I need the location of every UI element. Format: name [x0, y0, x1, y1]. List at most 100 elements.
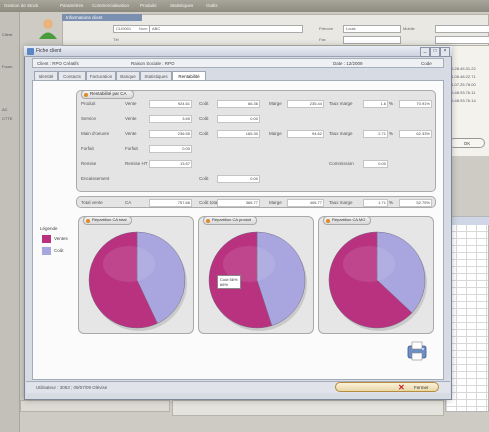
fax-field[interactable] — [343, 36, 401, 44]
dialog-titlebar[interactable]: Fiche client — [24, 46, 452, 57]
firstname-field[interactable]: Louis — [343, 25, 401, 33]
row-type: Vente — [125, 101, 137, 106]
pie-chart-mo[interactable] — [319, 217, 435, 335]
ok-button[interactable]: OK — [449, 138, 485, 148]
cost-label: Coût — [199, 116, 209, 121]
minimize-button[interactable]: _ — [420, 47, 430, 57]
total-rate-label: Taux marge — [329, 200, 353, 205]
rate-field[interactable]: 2.71 — [363, 130, 388, 138]
left-nav: Client Fourn AC CTTE — [0, 12, 20, 432]
nav-item[interactable]: Client — [2, 32, 12, 37]
total-percent-field[interactable]: 52.75% — [399, 199, 432, 207]
row-label: Encaissement — [81, 176, 110, 181]
pie-chart-total[interactable] — [79, 217, 195, 335]
legend-swatch-cout — [42, 247, 51, 255]
rate-field[interactable]: 1.6 — [363, 100, 388, 108]
percent-field[interactable]: 70.91% — [399, 100, 432, 108]
mobile-label: Mobile — [403, 26, 415, 31]
cost-field[interactable]: 165.30 — [217, 130, 260, 138]
menu-item[interactable]: Produits — [140, 3, 157, 8]
dialog-title: Fiche client — [36, 48, 62, 54]
mobile-field[interactable] — [435, 25, 489, 33]
total-cost-field[interactable]: 366.77 — [217, 199, 260, 207]
nav-item[interactable]: Fourn — [2, 64, 12, 69]
section-title: Rentabilité par CA — [81, 90, 134, 99]
total-margin-label: Marge — [269, 200, 282, 205]
print-icon[interactable] — [406, 340, 428, 362]
row-type: Forfait — [125, 146, 138, 151]
company-label: Raison Sociale : RPO — [131, 61, 175, 66]
cost-field[interactable]: 0.00 — [217, 175, 260, 183]
row-label: Forfait — [81, 146, 94, 151]
cost-label: Coût — [199, 131, 209, 136]
maximize-button[interactable]: □ — [430, 47, 440, 57]
close-window-button[interactable]: × — [440, 47, 450, 57]
chart-legend: Légende Ventes Coût — [38, 226, 74, 276]
value-field[interactable]: 924.61 — [149, 100, 192, 108]
row-type: Vente — [125, 131, 137, 136]
legend-label-cout: Coût — [54, 248, 64, 253]
close-button-label: Fermer — [414, 385, 429, 390]
menu-item[interactable]: Outils — [206, 3, 218, 8]
margin-label: Marge — [269, 101, 282, 106]
menu-item[interactable]: Gestion de Stock — [4, 3, 38, 8]
phone-label: Tél — [113, 37, 119, 42]
section-bullet-icon — [84, 92, 88, 97]
value-field[interactable]: 13.57 — [149, 160, 192, 168]
margin-field[interactable]: 235.44 — [287, 100, 324, 108]
total-rate-field[interactable]: 1.71 — [363, 199, 388, 207]
tel-field[interactable] — [435, 36, 489, 44]
total-section: Total vente CA 757.66 Coût total 366.77 Marge… — [76, 196, 436, 208]
name-label: Nom — [139, 26, 148, 31]
margin-label: Marge — [269, 131, 282, 136]
phone-entry[interactable]: 01.07.25.78.00 — [449, 82, 476, 87]
rate-label: Taux marge — [329, 101, 353, 106]
fax-label: Fax — [319, 37, 326, 42]
row-label: Main d'oeuvre — [81, 131, 110, 136]
phone-entry[interactable]: 06.28.45.31.22 — [449, 66, 476, 71]
menu-item[interactable]: Statistiques — [170, 3, 193, 8]
user-avatar-icon — [39, 19, 57, 39]
menu-item[interactable]: Commercialisation — [92, 3, 129, 8]
chart-panel-produit: Répartition CA produit Coût 56% 66% — [198, 216, 314, 334]
value-field[interactable]: 0.00 — [149, 145, 192, 153]
pie-highlight — [103, 246, 155, 282]
total-value-field[interactable]: 757.66 — [149, 199, 192, 207]
code-right-label: Code — [421, 61, 432, 66]
value-field[interactable]: 236.55 — [149, 130, 192, 138]
nav-item[interactable]: CTTE — [2, 116, 12, 121]
legend-title: Légende — [40, 226, 58, 231]
nav-item[interactable]: AC — [2, 107, 8, 112]
row-label: Remise — [81, 161, 97, 166]
cost-label: Coût — [199, 101, 209, 106]
menu-item[interactable]: Paramètres — [60, 3, 83, 8]
phone-entry[interactable]: 05.48.93.76.11 — [449, 90, 475, 95]
tooltip-line: 66% — [220, 282, 229, 287]
close-button[interactable]: ✕ Fermer — [335, 382, 439, 392]
cost-field[interactable]: 0.00 — [217, 115, 260, 123]
margin-field[interactable]: 94.62 — [287, 130, 324, 138]
menu-bar: Gestion de Stock Paramètres Commercialis… — [0, 0, 489, 12]
rentabilite-section: Rentabilité par CA Produit Vente 924.61 Coû… — [76, 90, 436, 192]
date-label: Date : 12/2009 — [333, 61, 363, 66]
percent-sign: % — [389, 101, 394, 106]
cost-label: Coût — [199, 176, 209, 181]
total-margin-field[interactable]: 406.77 — [287, 199, 324, 207]
total-label: Total vente — [81, 200, 103, 205]
percent-sign: % — [389, 200, 394, 205]
firstname-label: Prénom — [319, 26, 334, 31]
window-buttons: _ □ × — [420, 47, 450, 57]
percent-field[interactable]: 62.33% — [399, 130, 432, 138]
row-label: Produit — [81, 101, 96, 106]
name-field[interactable]: ABC — [149, 25, 303, 33]
cost-field[interactable]: 66.36 — [217, 100, 260, 108]
value-field[interactable]: 3.65 — [149, 115, 192, 123]
background-form-title: Informations client — [62, 14, 142, 21]
phone-entry[interactable]: 05.48.93.76.14 — [449, 98, 476, 103]
rate-field[interactable]: 0.00 — [363, 160, 388, 168]
chart-panel-total: Répartition CA total — [78, 216, 194, 334]
section-title-text: Rentabilité par CA — [90, 91, 127, 96]
window-icon — [27, 48, 34, 55]
phone-entry[interactable]: 01.06.48.22.71 — [449, 74, 476, 79]
total-cost-label: Coût total — [199, 200, 219, 205]
